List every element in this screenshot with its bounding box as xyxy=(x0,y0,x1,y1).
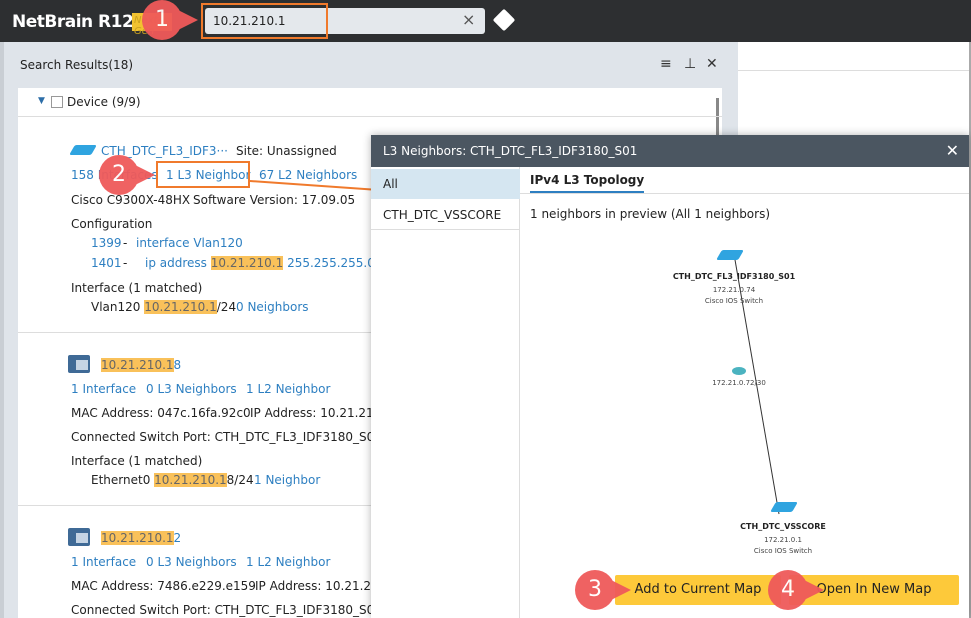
site-label: Site: Unassigned xyxy=(236,144,337,158)
node-name: CTH_DTC_VSSCORE xyxy=(740,522,826,531)
dash: - xyxy=(123,236,128,250)
interface-row: Ethernet0 10.21.210.18/24 xyxy=(91,473,254,487)
text: Vlan120 xyxy=(91,300,145,314)
connected-port: Connected Switch Port: CTH_DTC_FL3_IDF31… xyxy=(71,430,399,444)
subnet-icon[interactable] xyxy=(732,367,746,375)
node-name: CTH_DTC_FL3_IDF3180_S01 xyxy=(672,272,796,281)
config-line-text[interactable]: interface Vlan120 xyxy=(136,236,243,250)
group-checkbox[interactable] xyxy=(51,96,63,108)
config-line-text[interactable]: ip address 10.21.210.1 255.255.255.0 xyxy=(145,256,375,270)
l2-neighbor-link[interactable]: 1 L2 Neighbor xyxy=(246,382,330,396)
ip-address: IP Address: 10.21.210. xyxy=(250,406,386,420)
mac-address: MAC Address: 047c.16fa.92c0 xyxy=(71,406,251,420)
subnet-label: 172.21.0.72/30 xyxy=(712,379,766,387)
step-marker-3: 3 xyxy=(575,570,631,610)
step-marker-1: 1 xyxy=(142,0,198,40)
marker-number: 1 xyxy=(155,7,169,32)
neighbors-link[interactable]: 1 Neighbor xyxy=(254,473,320,487)
text: 8 xyxy=(173,358,182,372)
config-line-number[interactable]: 1399 xyxy=(91,236,122,250)
dash: - xyxy=(123,256,128,270)
interface-label: Interface (1 matched) xyxy=(71,454,203,468)
l2-neighbors-link[interactable]: 67 L2 Neighbors xyxy=(259,168,357,182)
match-highlight: 10.21.210.1 xyxy=(144,300,217,314)
panel-title: Search Results(18) xyxy=(20,58,134,72)
text: Ethernet0 xyxy=(91,473,155,487)
config-line-number[interactable]: 1401 xyxy=(91,256,122,270)
device-name-link[interactable]: 10.21.210.12 xyxy=(101,531,181,545)
neighbor-item-vsscore[interactable]: CTH_DTC_VSSCORE xyxy=(371,200,520,230)
match-highlight: 10.21.210.1 xyxy=(154,473,227,487)
marker-number: 3 xyxy=(588,577,602,602)
interface-label: Interface (1 matched) xyxy=(71,281,203,295)
step-marker-4: 4 xyxy=(768,570,824,610)
close-icon[interactable]: ✕ xyxy=(946,141,959,160)
interfaces-link[interactable]: 1 Interface xyxy=(71,382,136,396)
interface-row: Vlan120 10.21.210.1/24 xyxy=(91,300,236,314)
vendor-model: Cisco C9300X-48HX xyxy=(71,193,191,207)
pin-icon[interactable]: ⊥ xyxy=(684,56,696,72)
clear-icon[interactable]: × xyxy=(462,10,475,29)
node-ip: 172.21.0.74 xyxy=(712,286,756,294)
ip-address: IP Address: 10.21.210 xyxy=(255,579,387,593)
connected-port: Connected Switch Port: CTH_DTC_FL3_IDF31… xyxy=(71,603,399,617)
match-highlight: 10.21.210.1 xyxy=(101,531,174,545)
scrollbar[interactable] xyxy=(716,98,719,138)
divider xyxy=(18,116,722,117)
text: 2 xyxy=(173,531,182,545)
node-type: Cisco IOS Switch xyxy=(704,297,764,305)
add-to-current-map-button[interactable]: Add to Current Map xyxy=(615,575,781,605)
match-highlight: 10.21.210.1 xyxy=(101,358,174,372)
text: /24 xyxy=(216,300,237,314)
highlight-box xyxy=(156,161,250,188)
text: 255.255.255.0 xyxy=(283,256,375,270)
l3-neighbors-link[interactable]: 0 L3 Neighbors xyxy=(146,555,237,569)
host-icon xyxy=(68,528,90,546)
config-label: Configuration xyxy=(71,217,153,231)
text: 8/24 xyxy=(226,473,254,487)
divider xyxy=(738,70,971,71)
step-marker-2: 2 xyxy=(99,155,155,195)
match-highlight: 10.21.210.1 xyxy=(210,256,284,270)
node-ip: 172.21.0.1 xyxy=(764,536,802,544)
text: ip address xyxy=(145,256,211,270)
marker-number: 2 xyxy=(112,162,126,187)
caret-down-icon[interactable]: ▼ xyxy=(38,96,45,106)
mac-address: MAC Address: 7486.e229.e159 xyxy=(71,579,256,593)
highlight-box xyxy=(201,3,328,39)
host-icon xyxy=(68,355,90,373)
netbrain-logo: NetBrain R12 xyxy=(12,12,134,32)
l3-neighbors-dialog: L3 Neighbors: CTH_DTC_FL3_IDF3180_S01 ✕ A… xyxy=(371,135,969,618)
software-version: Software Version: 17.09.05 xyxy=(193,193,356,207)
neighbors-link[interactable]: 0 Neighbors xyxy=(236,300,309,314)
dialog-header: L3 Neighbors: CTH_DTC_FL3_IDF3180_S01 ✕ xyxy=(371,135,969,167)
l2-neighbor-link[interactable]: 1 L2 Neighbor xyxy=(246,555,330,569)
node-type: Cisco IOS Switch xyxy=(753,547,813,555)
neighbor-item-all[interactable]: All xyxy=(371,169,520,199)
device-name-link[interactable]: 10.21.210.18 xyxy=(101,358,181,372)
neighbor-list: All CTH_DTC_VSSCORE xyxy=(371,167,520,618)
interfaces-link[interactable]: 1 Interface xyxy=(71,555,136,569)
tab-ipv4-l3-topology[interactable]: IPv4 L3 Topology xyxy=(530,173,645,193)
close-icon[interactable]: ✕ xyxy=(706,56,718,72)
menu-icon[interactable]: ≡ xyxy=(660,56,672,72)
dialog-title: L3 Neighbors: CTH_DTC_FL3_IDF3180_S01 xyxy=(383,144,638,158)
l3-neighbors-link[interactable]: 0 L3 Neighbors xyxy=(146,382,237,396)
marker-number: 4 xyxy=(781,577,795,602)
group-label: Device (9/9) xyxy=(67,95,141,109)
